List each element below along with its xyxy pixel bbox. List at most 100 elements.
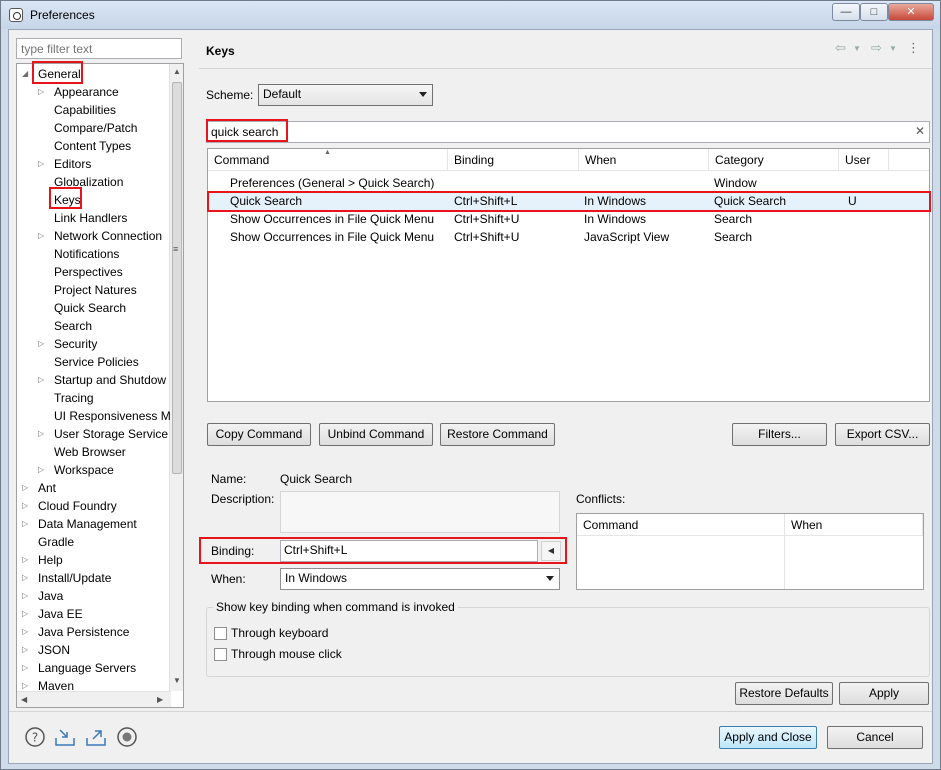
scroll-right-icon[interactable]: ▶ (157, 695, 163, 704)
tree-vertical-scrollbar[interactable]: ▲ ≡ ▼ (169, 64, 183, 691)
apply-and-close-button[interactable]: Apply and Close (719, 726, 817, 749)
cancel-button[interactable]: Cancel (827, 726, 923, 749)
export-csv-button[interactable]: Export CSV... (835, 423, 930, 446)
clear-search-icon[interactable]: ✕ (915, 124, 925, 138)
tree-item[interactable]: Java (38, 587, 63, 605)
tree-collapsed-icon[interactable]: ▷ (22, 605, 32, 623)
through-keyboard-checkbox[interactable] (214, 627, 227, 640)
column-binding[interactable]: Binding (448, 149, 579, 171)
tree-collapsed-icon[interactable]: ▷ (22, 587, 32, 605)
table-row[interactable]: Preferences (General > Quick Search) Wind… (208, 174, 929, 192)
tree-item[interactable]: Startup and Shutdow (54, 371, 166, 389)
scroll-thumb[interactable] (172, 82, 182, 474)
keys-search-input[interactable] (206, 121, 930, 143)
tree-item[interactable]: Keys (54, 191, 81, 209)
column-user[interactable]: User (839, 149, 889, 171)
copy-command-button[interactable]: Copy Command (207, 423, 311, 446)
tree-item[interactable]: Install/Update (38, 569, 111, 587)
tree-item[interactable]: User Storage Service (54, 425, 168, 443)
unbind-command-button[interactable]: Unbind Command (319, 423, 433, 446)
apply-button[interactable]: Apply (839, 682, 929, 705)
tree-expanded-icon[interactable]: ◢ (22, 65, 32, 83)
export-icon[interactable] (85, 726, 107, 748)
tree-collapsed-icon[interactable]: ▷ (38, 335, 48, 353)
import-icon[interactable] (54, 726, 76, 748)
tree-item[interactable]: UI Responsiveness M (54, 407, 171, 425)
tree-collapsed-icon[interactable]: ▷ (22, 677, 32, 695)
tree-collapsed-icon[interactable]: ▷ (22, 497, 32, 515)
tree-item[interactable]: General (38, 65, 81, 83)
tree-item[interactable]: Help (38, 551, 63, 569)
tree-item[interactable]: Network Connection (54, 227, 162, 245)
tree-collapsed-icon[interactable]: ▷ (38, 155, 48, 173)
back-dropdown-icon[interactable]: ▼ (853, 44, 861, 53)
tree-item[interactable]: Gradle (38, 533, 74, 551)
tree-item[interactable]: Workspace (54, 461, 114, 479)
tree-collapsed-icon[interactable]: ▷ (38, 461, 48, 479)
filters-button[interactable]: Filters... (732, 423, 827, 446)
scroll-left-icon[interactable]: ◀ (21, 695, 27, 704)
tree-collapsed-icon[interactable]: ▷ (22, 641, 32, 659)
view-menu-icon[interactable]: ⋮ (907, 40, 920, 56)
tree-collapsed-icon[interactable]: ▷ (38, 425, 48, 443)
tree-collapsed-icon[interactable]: ▷ (22, 623, 32, 641)
tree-item[interactable]: Security (54, 335, 97, 353)
tree-item[interactable]: Perspectives (54, 263, 123, 281)
table-row[interactable]: Show Occurrences in File Quick Menu Ctrl+… (208, 228, 929, 246)
tree-item[interactable]: Java Persistence (38, 623, 129, 641)
minimize-button[interactable]: — (832, 3, 860, 21)
binding-field[interactable]: Ctrl+Shift+L (280, 540, 538, 562)
restore-defaults-button[interactable]: Restore Defaults (735, 682, 833, 705)
tree-item[interactable]: Web Browser (54, 443, 126, 461)
maximize-button[interactable]: □ (860, 3, 888, 21)
through-mouse-label[interactable]: Through mouse click (231, 647, 342, 661)
table-row[interactable]: Quick Search Ctrl+Shift+L In Windows Quick … (208, 192, 929, 210)
tree-collapsed-icon[interactable]: ▷ (22, 515, 32, 533)
tree-collapsed-icon[interactable]: ▷ (38, 227, 48, 245)
close-button[interactable]: ✕ (888, 3, 934, 21)
tree-collapsed-icon[interactable]: ▷ (22, 479, 32, 497)
help-icon[interactable]: ? (24, 726, 46, 748)
tree-collapsed-icon[interactable]: ▷ (22, 569, 32, 587)
tree-filter-input[interactable] (16, 38, 182, 59)
forward-arrow-icon[interactable]: ⇨ (871, 40, 882, 56)
tree-item[interactable]: Appearance (54, 83, 119, 101)
column-when[interactable]: When (579, 149, 709, 171)
restore-command-button[interactable]: Restore Command (440, 423, 555, 446)
tree-item[interactable]: Data Management (38, 515, 137, 533)
tree-item[interactable]: Project Natures (54, 281, 137, 299)
scroll-up-icon[interactable]: ▲ (173, 67, 181, 76)
tree-item[interactable]: Link Handlers (54, 209, 127, 227)
tree-item[interactable]: Ant (38, 479, 56, 497)
when-select[interactable]: In Windows (280, 568, 560, 590)
tree-item[interactable]: JSON (38, 641, 70, 659)
tree-item[interactable]: Tracing (54, 389, 94, 407)
tree-item[interactable]: Capabilities (54, 101, 116, 119)
table-row[interactable]: Show Occurrences in File Quick Menu Ctrl+… (208, 210, 929, 228)
tree-item[interactable]: Compare/Patch (54, 119, 137, 137)
tree-collapsed-icon[interactable]: ▷ (22, 551, 32, 569)
conflicts-column-command[interactable]: Command (577, 514, 785, 536)
back-arrow-icon[interactable]: ⇦ (835, 40, 846, 56)
conflicts-column-when[interactable]: When (785, 514, 923, 536)
tree-collapsed-icon[interactable]: ▷ (38, 371, 48, 389)
tree-item[interactable]: Quick Search (54, 299, 126, 317)
tree-item[interactable]: Search (54, 317, 92, 335)
tree-item[interactable]: Notifications (54, 245, 119, 263)
record-icon[interactable] (116, 726, 138, 748)
column-category[interactable]: Category (709, 149, 839, 171)
scheme-select[interactable]: Default (258, 84, 433, 106)
through-keyboard-label[interactable]: Through keyboard (231, 626, 328, 640)
tree-item[interactable]: Cloud Foundry (38, 497, 117, 515)
through-mouse-checkbox[interactable] (214, 648, 227, 661)
tree-item[interactable]: Globalization (54, 173, 123, 191)
tree-item[interactable]: Content Types (54, 137, 131, 155)
scroll-down-icon[interactable]: ▼ (173, 676, 181, 685)
tree-item[interactable]: Language Servers (38, 659, 136, 677)
tree-item[interactable]: Java EE (38, 605, 83, 623)
forward-dropdown-icon[interactable]: ▼ (889, 44, 897, 53)
tree-collapsed-icon[interactable]: ▷ (22, 659, 32, 677)
binding-menu-button[interactable]: ◀ (541, 541, 561, 561)
tree-item[interactable]: Editors (54, 155, 91, 173)
tree-item[interactable]: Maven (38, 677, 74, 695)
